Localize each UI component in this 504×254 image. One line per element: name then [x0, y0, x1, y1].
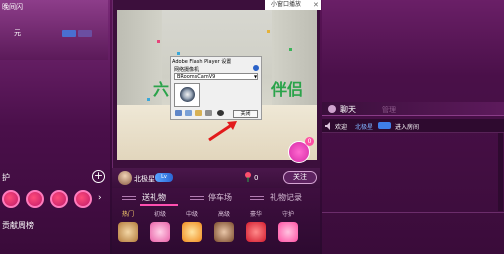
- webcam-icon: [180, 87, 195, 102]
- confetti: [147, 98, 150, 101]
- tab-send-gift[interactable]: 送礼物: [142, 192, 166, 203]
- tab-decoration: [250, 196, 264, 200]
- banner-text: 伴侣: [271, 82, 304, 99]
- host-bar: 北极星 Lv 0 关注: [112, 168, 320, 188]
- subtab-basic[interactable]: 初级: [154, 209, 166, 218]
- camera-preview: [174, 83, 200, 107]
- privacy-icon[interactable]: [175, 110, 182, 116]
- add-guard-button[interactable]: +: [92, 170, 105, 183]
- avatar[interactable]: [118, 171, 132, 185]
- chat-panel: 聊天 管理 欢迎 北极星 进入房间: [322, 0, 504, 254]
- red-arrow-annotation: [208, 121, 237, 142]
- tab-admin[interactable]: 管理: [382, 105, 396, 115]
- chat-icon: [328, 105, 336, 113]
- headphones-gift-icon[interactable]: [118, 222, 138, 242]
- tab-gift-records[interactable]: 礼物记录: [270, 192, 302, 203]
- microphone-icon[interactable]: [205, 110, 212, 116]
- camera-tab-icon[interactable]: [217, 110, 224, 116]
- candy-gift-icon[interactable]: [150, 222, 170, 242]
- confetti: [289, 48, 292, 51]
- chat-header: 聊天 管理: [322, 102, 504, 116]
- chevron-right-icon[interactable]: ›: [98, 193, 102, 203]
- rose-count-badge: 0: [305, 137, 314, 146]
- confetti: [177, 52, 180, 55]
- tab-decoration: [122, 196, 136, 200]
- guard-label: 护: [2, 173, 10, 182]
- live-room-page: { "left_panel": { "top_title": "晚间闪", "p…: [0, 0, 504, 254]
- subtab-guard[interactable]: 守护: [282, 209, 294, 218]
- chat-message: 欢迎 北极星 进入房间: [322, 119, 504, 133]
- guard-avatar[interactable]: [50, 190, 68, 208]
- host-name[interactable]: 北极星: [134, 174, 155, 184]
- pink-heart-gift-icon[interactable]: [278, 222, 298, 242]
- tab-chat[interactable]: 聊天: [340, 104, 356, 115]
- chevron-down-icon[interactable]: ▼: [254, 74, 259, 79]
- guard-avatar[interactable]: [2, 190, 20, 208]
- flower-count: 0: [254, 174, 259, 182]
- gift-panel: 送礼物 停车场 礼物记录 热门 初级 中级 高级 豪华 守护: [112, 188, 320, 254]
- subtab-advanced[interactable]: 高级: [218, 209, 230, 218]
- tab-decoration: [190, 196, 204, 200]
- confetti: [157, 40, 160, 43]
- camera-select-value: BRoomsCamV9: [177, 74, 216, 80]
- confetti: [267, 30, 270, 33]
- guard-avatar[interactable]: [26, 190, 44, 208]
- lollipop-gift-icon[interactable]: [182, 222, 202, 242]
- banner-text: 六: [153, 82, 170, 99]
- left-panel: 晚间闪 元 护 + › 贡献周榜: [0, 0, 110, 254]
- subtab-intermediate[interactable]: 中级: [186, 209, 198, 218]
- subtab-luxury[interactable]: 豪华: [250, 209, 262, 218]
- tab-parking[interactable]: 停车场: [208, 192, 232, 203]
- heart-gift-icon[interactable]: [246, 222, 266, 242]
- room-title: 晚间闪: [2, 3, 23, 11]
- room-info-card: 晚间闪 元: [0, 0, 108, 60]
- storage-icon[interactable]: [185, 110, 192, 116]
- info-badge-secondary: [78, 30, 92, 37]
- close-icon[interactable]: ✕: [313, 1, 321, 9]
- flower-icon: [245, 172, 251, 182]
- price-label: 元: [14, 29, 21, 37]
- dialog-close-button[interactable]: 关闭: [233, 110, 258, 118]
- camera-label: 网络摄像机: [174, 67, 200, 73]
- follow-button[interactable]: 关注: [283, 171, 317, 184]
- speaker-icon: [325, 122, 330, 130]
- camera-select[interactable]: BRoomsCamV9 ▼: [174, 73, 258, 80]
- subtab-hot[interactable]: 热门: [122, 209, 134, 218]
- info-badge: [62, 30, 76, 37]
- chat-message-text: 进入房间: [395, 124, 420, 131]
- flash-settings-dialog: Adobe Flash Player 设置 网络摄像机 BRoomsCamV9 …: [170, 56, 262, 120]
- pip-label: 小窗口播放: [271, 1, 302, 8]
- help-icon[interactable]: [253, 65, 259, 71]
- user-level-badge: [378, 122, 391, 129]
- guard-avatar[interactable]: [74, 190, 92, 208]
- contribution-rank-label: 贡献周榜: [2, 221, 34, 230]
- chat-scrollbar[interactable]: [498, 133, 503, 211]
- cake-gift-icon[interactable]: [214, 222, 234, 242]
- active-tab-indicator: [140, 204, 178, 206]
- folder-icon[interactable]: [195, 110, 202, 116]
- room-wall: [117, 10, 162, 120]
- welcome-text: 欢迎: [335, 124, 348, 131]
- level-badge: Lv: [155, 173, 173, 182]
- room-wall: [272, 10, 317, 120]
- chat-input-divider: [322, 212, 504, 213]
- chat-username[interactable]: 北极星: [355, 122, 373, 131]
- dialog-title: Adobe Flash Player 设置: [172, 59, 232, 65]
